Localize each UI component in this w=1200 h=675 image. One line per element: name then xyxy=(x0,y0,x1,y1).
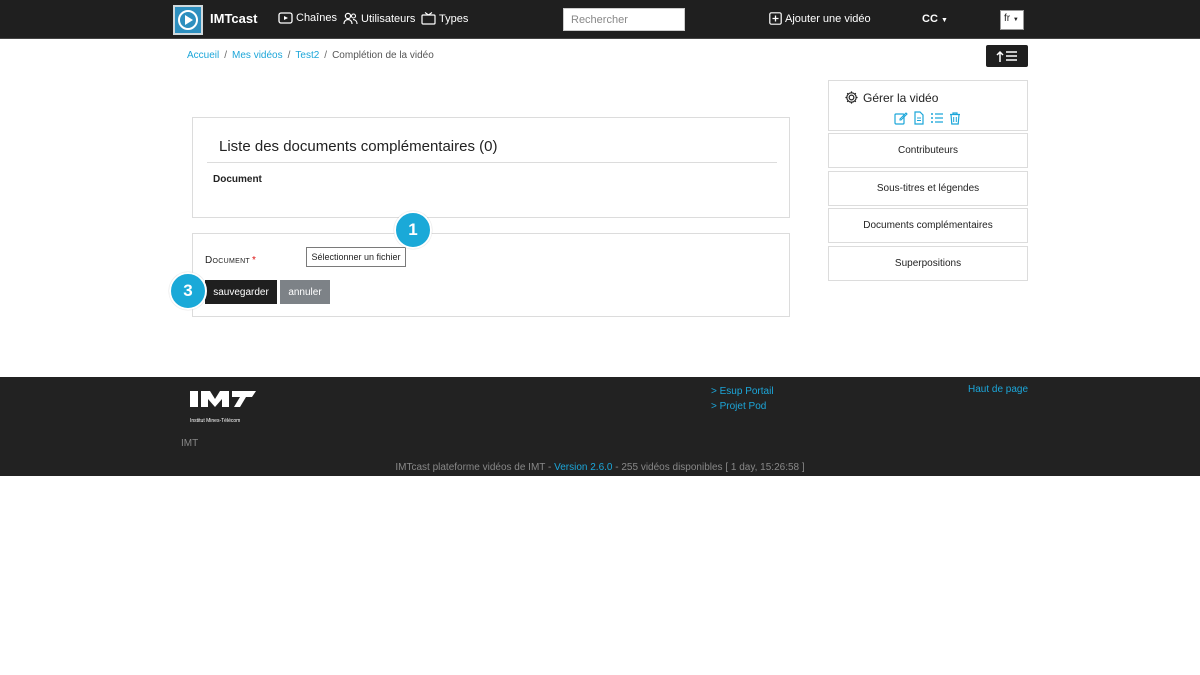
breadcrumb-video[interactable]: Test2 xyxy=(295,50,319,61)
add-video-label: Ajouter une vidéo xyxy=(785,12,871,25)
nav-channels-label: Chaînes xyxy=(296,12,337,24)
breadcrumb-separator: / xyxy=(324,50,328,61)
users-icon xyxy=(343,12,358,25)
footer-info: IMTcast plateforme vidéos de IMT - Versi… xyxy=(0,462,1200,473)
sidebar-item-documents[interactable]: Documents complémentaires xyxy=(828,208,1028,243)
add-video-link[interactable]: Ajouter une vidéo xyxy=(769,12,871,25)
step-badge-3: 3 xyxy=(169,272,207,310)
list-icon[interactable] xyxy=(930,111,944,125)
breadcrumb-my-videos[interactable]: Mes vidéos xyxy=(232,50,283,61)
document-icon[interactable] xyxy=(912,111,926,125)
language-value: fr xyxy=(1004,13,1011,24)
toggle-sidebar-button[interactable] xyxy=(986,45,1028,67)
play-logo-icon[interactable] xyxy=(173,5,203,35)
manage-video-panel: Gérer la vidéo xyxy=(828,80,1028,131)
edit-icon[interactable] xyxy=(894,111,908,125)
footer-info-suffix: - 255 vidéos disponibles [ 1 day, 15:26:… xyxy=(612,462,805,473)
required-mark: * xyxy=(252,255,257,266)
documents-list-panel: Liste des documents complémentaires (0) … xyxy=(192,117,790,218)
divider xyxy=(207,162,777,163)
collapse-menu-icon xyxy=(996,50,1017,62)
cc-label: CC xyxy=(922,13,938,25)
tv-play-icon xyxy=(278,12,293,24)
trash-icon[interactable] xyxy=(948,111,962,125)
footer-info-prefix: IMTcast plateforme vidéos de IMT - xyxy=(395,462,555,473)
breadcrumb-home[interactable]: Accueil xyxy=(187,50,219,61)
back-to-top-link[interactable]: Haut de page xyxy=(968,384,1028,395)
nav-types[interactable]: Types xyxy=(421,12,468,25)
manage-icons xyxy=(894,111,962,125)
footer-link-pod[interactable]: > Projet Pod xyxy=(711,399,774,414)
nav-users[interactable]: Utilisateurs xyxy=(343,12,415,25)
caret-down-icon: ▼ xyxy=(940,17,948,24)
tv-icon xyxy=(421,12,436,25)
brand-name[interactable]: IMTcast xyxy=(210,11,257,26)
footer-links: > Esup Portail > Projet Pod xyxy=(711,384,774,414)
document-upload-form: Document * Sélectionner un fichier sauveg… xyxy=(192,233,790,317)
footer-link-esup[interactable]: > Esup Portail xyxy=(711,384,774,399)
select-file-button[interactable]: Sélectionner un fichier xyxy=(306,247,406,267)
step-badge-1: 1 xyxy=(394,211,432,249)
imt-logo-caption: Institut Mines-Télécom xyxy=(190,418,241,424)
breadcrumb: Accueil / Mes vidéos / Test2 / Complétio… xyxy=(187,50,434,61)
document-field-label-text: Document xyxy=(205,255,251,266)
sidebar-item-overlays[interactable]: Superpositions xyxy=(828,246,1028,281)
breadcrumb-separator: / xyxy=(224,50,228,61)
imt-logo: Institut Mines-Télécom xyxy=(190,389,256,424)
footer-org: IMT xyxy=(181,438,199,449)
manage-video-title-text: Gérer la vidéo xyxy=(863,90,939,105)
language-select[interactable]: fr ▼ xyxy=(1000,10,1024,30)
sidebar-item-subtitles[interactable]: Sous-titres et légendes xyxy=(828,171,1028,206)
nav-types-label: Types xyxy=(439,12,469,25)
sidebar-item-contributors[interactable]: Contributeurs xyxy=(828,133,1028,168)
caret-down-icon: ▼ xyxy=(1012,17,1019,23)
nav-users-label: Utilisateurs xyxy=(361,12,416,25)
cc-dropdown[interactable]: CC ▼ xyxy=(922,13,948,25)
gear-icon xyxy=(845,91,858,104)
top-navbar: IMTcast Chaînes Utilisateurs Types Ajout… xyxy=(0,0,1200,39)
documents-list-title: Liste des documents complémentaires (0) xyxy=(219,138,498,155)
breadcrumb-separator: / xyxy=(287,50,291,61)
plus-square-icon xyxy=(769,12,782,25)
search-input[interactable] xyxy=(563,8,685,31)
save-button[interactable]: sauvegarder xyxy=(205,280,277,304)
nav-channels[interactable]: Chaînes xyxy=(278,12,337,24)
version-link[interactable]: Version 2.6.0 xyxy=(554,462,612,473)
document-column-header: Document xyxy=(213,174,262,185)
cancel-button[interactable]: annuler xyxy=(280,280,330,304)
footer: Institut Mines-Télécom IMT > Esup Portai… xyxy=(0,377,1200,476)
document-field-label: Document * xyxy=(205,255,256,266)
manage-video-title: Gérer la vidéo xyxy=(844,90,938,105)
breadcrumb-current: Complétion de la vidéo xyxy=(332,50,434,61)
